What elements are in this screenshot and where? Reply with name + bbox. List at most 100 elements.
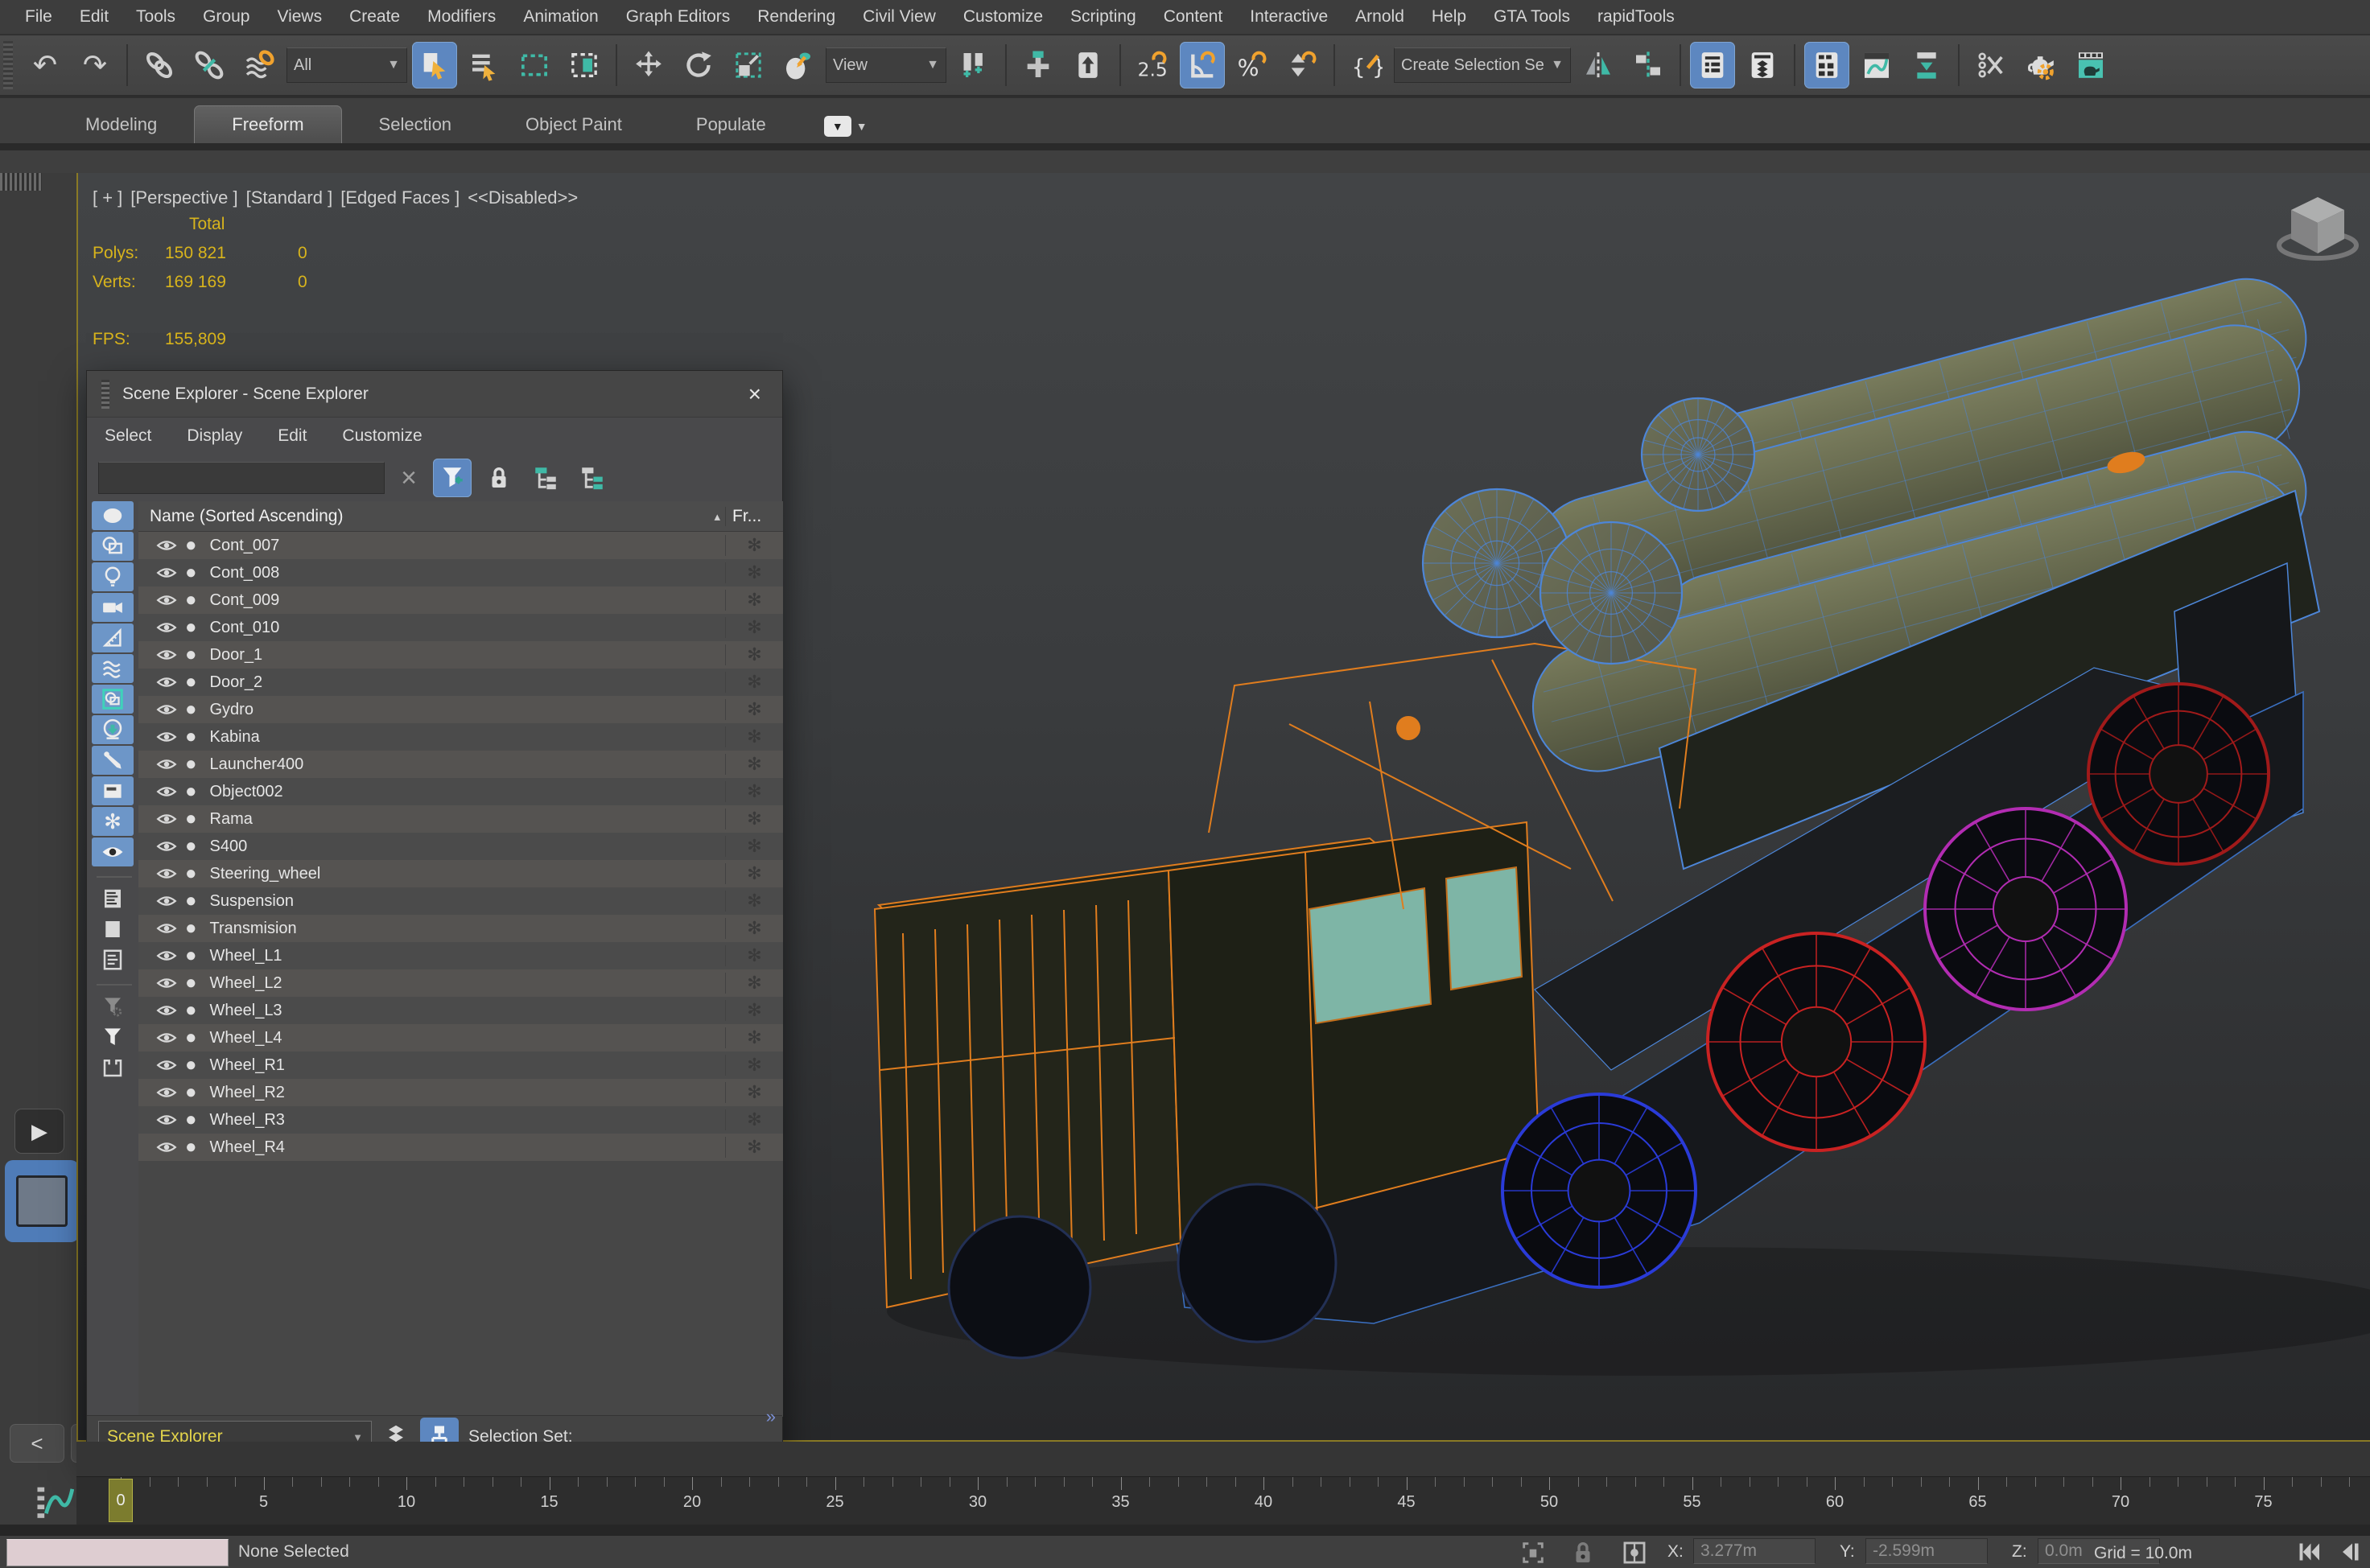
object-name[interactable]: Cont_009 (210, 591, 726, 610)
select-by-name-button[interactable] (462, 42, 507, 88)
list-item[interactable]: ●Kabina✻ (138, 723, 783, 751)
frozen-icon[interactable]: ✻ (725, 617, 783, 638)
filter-spacewarps-button[interactable] (92, 654, 134, 683)
object-name[interactable]: Wheel_R1 (210, 1056, 726, 1075)
tab-freeform[interactable]: Freeform (194, 105, 341, 143)
frozen-icon[interactable]: ✻ (725, 781, 783, 802)
search-input[interactable] (98, 462, 385, 494)
object-name[interactable]: Cont_008 (210, 564, 726, 582)
list-item[interactable]: ●Object002✻ (138, 778, 783, 805)
reference-coordinate-dropdown[interactable]: View▼ (826, 47, 946, 83)
visibility-eye-icon[interactable] (156, 863, 177, 884)
schematic-view-button[interactable] (1904, 42, 1949, 88)
object-name[interactable]: Transmision (210, 920, 726, 938)
menu-file[interactable]: File (11, 0, 66, 34)
menu-tools[interactable]: Tools (122, 0, 189, 34)
list-item[interactable]: ●Wheel_L2✻ (138, 969, 783, 997)
align-button[interactable] (1626, 42, 1671, 88)
scene-object-list[interactable]: ●Cont_007✻●Cont_008✻●Cont_009✻●Cont_010✻… (138, 532, 783, 1417)
object-name[interactable]: Launcher400 (210, 755, 726, 774)
toggle-ribbon-button[interactable] (1804, 42, 1849, 88)
expand-all-icon[interactable] (526, 459, 565, 497)
visibility-eye-icon[interactable] (156, 1000, 177, 1021)
list-item[interactable]: ●Transmision✻ (138, 915, 783, 942)
column-name-header[interactable]: Name (Sorted Ascending) (138, 507, 714, 526)
frozen-icon[interactable]: ✻ (725, 809, 783, 829)
angle-snap-button[interactable] (1180, 42, 1225, 88)
list-item[interactable]: ●Wheel_R1✻ (138, 1052, 783, 1079)
frozen-icon[interactable]: ✻ (725, 1027, 783, 1048)
visibility-eye-icon[interactable] (156, 1082, 177, 1103)
overflow-indicator[interactable]: » (766, 1406, 776, 1427)
visibility-eye-icon[interactable] (156, 918, 177, 939)
list-item[interactable]: ●Cont_007✻ (138, 532, 783, 559)
use-pivot-point-button[interactable] (951, 42, 996, 88)
list-item[interactable]: ●Wheel_R4✻ (138, 1134, 783, 1161)
object-name[interactable]: Wheel_R3 (210, 1111, 726, 1130)
render-setup-button[interactable] (2018, 42, 2063, 88)
flat-view-button[interactable] (92, 915, 134, 944)
visibility-eye-icon[interactable] (156, 699, 177, 720)
object-name[interactable]: Door_1 (210, 646, 726, 665)
redo-button[interactable]: ↷ (72, 42, 117, 88)
isolate-selection-icon[interactable] (1519, 1539, 1547, 1566)
previous-button[interactable]: < (10, 1424, 64, 1463)
list-item[interactable]: ●Wheel_L1✻ (138, 942, 783, 969)
menu-arnold[interactable]: Arnold (1342, 0, 1418, 34)
list-item[interactable]: ●Wheel_L4✻ (138, 1024, 783, 1052)
visibility-eye-icon[interactable] (156, 781, 177, 802)
frozen-icon[interactable]: ✻ (725, 1082, 783, 1103)
object-name[interactable]: Cont_010 (210, 619, 726, 637)
visibility-eye-icon[interactable] (156, 726, 177, 747)
list-item[interactable]: ●Launcher400✻ (138, 751, 783, 778)
explorer-menu-customize[interactable]: Customize (342, 426, 422, 446)
filter-bones-button[interactable] (92, 746, 134, 775)
clear-search-icon[interactable]: × (393, 463, 425, 494)
filter-groups-button[interactable] (92, 685, 134, 714)
visibility-eye-icon[interactable] (156, 535, 177, 556)
list-item[interactable]: ●Cont_008✻ (138, 559, 783, 586)
menu-customize[interactable]: Customize (950, 0, 1057, 34)
column-frozen-header[interactable]: Fr... (725, 507, 783, 526)
list-item[interactable]: ●Steering_wheel✻ (138, 860, 783, 887)
column-header-row[interactable]: Name (Sorted Ascending) ▴ Fr... (138, 501, 783, 532)
viewport-label[interactable]: [ + ][Perspective ][Standard ][Edged Fac… (93, 187, 586, 208)
filter-hidden-button[interactable] (92, 838, 134, 866)
visibility-eye-icon[interactable] (156, 562, 177, 583)
time-slider[interactable]: 0 (109, 1479, 133, 1522)
list-view-button[interactable] (92, 884, 134, 913)
scene-explorer-titlebar[interactable]: Scene Explorer - Scene Explorer × (87, 371, 782, 418)
list-item[interactable]: ●Gydro✻ (138, 696, 783, 723)
close-icon[interactable]: × (742, 381, 768, 407)
list-item[interactable]: ●Rama✻ (138, 805, 783, 833)
filter-cameras-button[interactable] (92, 593, 134, 622)
menu-modifiers[interactable]: Modifiers (414, 0, 509, 34)
visibility-eye-icon[interactable] (156, 809, 177, 829)
explorer-menu-edit[interactable]: Edit (278, 426, 307, 446)
menu-graph-editors[interactable]: Graph Editors (612, 0, 744, 34)
menu-content[interactable]: Content (1150, 0, 1237, 34)
list-item[interactable]: ●Wheel_R2✻ (138, 1079, 783, 1106)
filter-geometry-button[interactable] (92, 532, 134, 561)
explorer-menu-display[interactable]: Display (187, 426, 242, 446)
frozen-icon[interactable]: ✻ (725, 590, 783, 611)
select-and-rotate-button[interactable] (676, 42, 721, 88)
filter-lights-button[interactable] (92, 562, 134, 591)
menu-rapidtools[interactable]: rapidTools (1584, 0, 1688, 34)
tab-selection[interactable]: Selection (342, 106, 489, 143)
object-name[interactable]: Wheel_R2 (210, 1084, 726, 1102)
object-name[interactable]: Door_2 (210, 673, 726, 692)
object-name[interactable]: Cont_007 (210, 537, 726, 555)
filter-xrefs-button[interactable] (92, 715, 134, 744)
explorer-menu-select[interactable]: Select (105, 426, 151, 446)
absolute-transform-icon[interactable] (1621, 1539, 1648, 1566)
viewport-label-segment-4[interactable]: <<Disabled>> (468, 187, 578, 208)
previous-frame-button[interactable] (2332, 1537, 2368, 1566)
filter-combination-button[interactable] (92, 1023, 134, 1052)
bind-to-space-warp-button[interactable] (237, 42, 282, 88)
detail-view-button[interactable] (92, 945, 134, 974)
frozen-icon[interactable]: ✻ (725, 1109, 783, 1130)
edit-named-selection-sets-button[interactable]: { } (1344, 42, 1389, 88)
spinner-snap-button[interactable] (1280, 42, 1325, 88)
selection-filter-dropdown[interactable]: All▼ (286, 47, 407, 83)
